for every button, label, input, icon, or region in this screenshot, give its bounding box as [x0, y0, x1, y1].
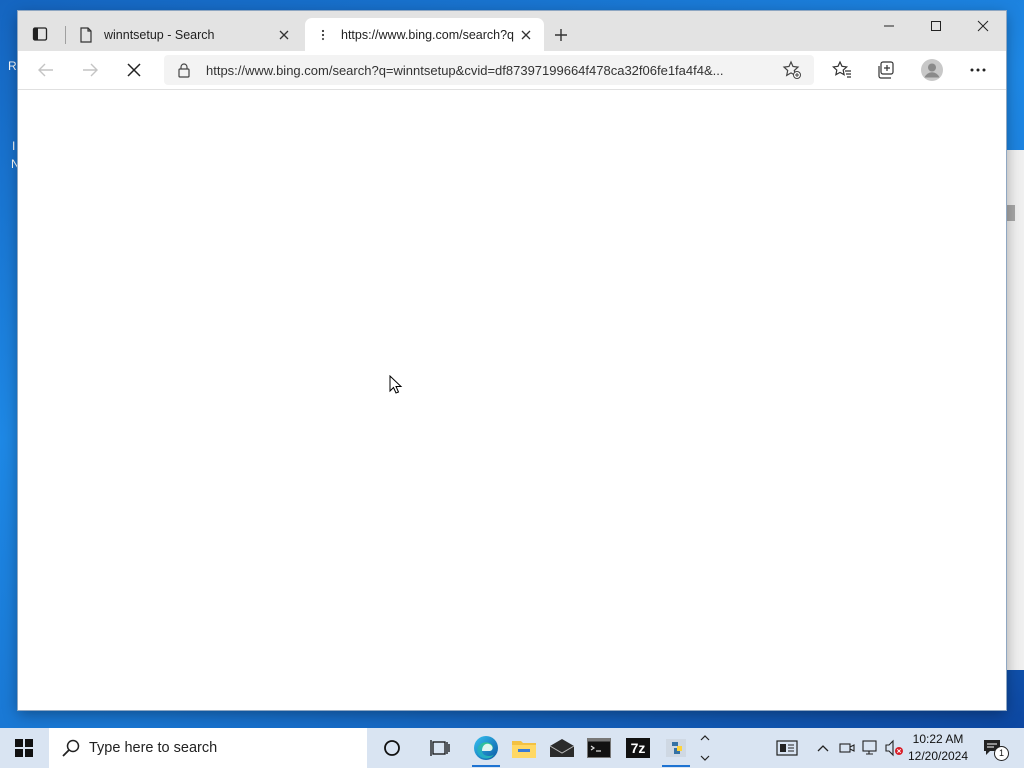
terminal-icon: [587, 738, 611, 758]
new-tab-button[interactable]: [550, 24, 572, 46]
news-widget-button[interactable]: [775, 738, 799, 758]
tab-actions-icon: [32, 27, 48, 41]
taskbar-python[interactable]: [659, 732, 693, 767]
taskbar-command-prompt[interactable]: [582, 732, 616, 764]
network-monitor-icon: [862, 740, 877, 755]
edge-browser-window: winntsetup - Search https://www.bing.com…: [18, 11, 1006, 710]
cortana-button[interactable]: [375, 732, 409, 764]
clock-time: 10:22 AM: [912, 732, 964, 746]
clock-date: 12/20/2024: [907, 749, 969, 763]
page-content-blank[interactable]: [18, 90, 1006, 710]
taskbar-search-box[interactable]: Type here to search: [49, 728, 367, 768]
taskbar-7zip[interactable]: 7z: [621, 732, 655, 764]
taskbar-clock[interactable]: 10:22 AM 12/20/2024: [905, 731, 971, 765]
7zip-logo-text: 7z: [630, 740, 646, 756]
tray-meet-now[interactable]: [837, 738, 857, 758]
7zip-logo-icon: 7z: [626, 738, 650, 758]
tab-bing-search-active[interactable]: https://www.bing.com/search?q: [305, 18, 544, 51]
notification-count-badge: 1: [994, 746, 1009, 761]
edge-browser-icon: [474, 736, 498, 760]
desktop-icon-label-fragment: R: [8, 59, 17, 73]
task-view-button[interactable]: [423, 732, 457, 764]
maximize-icon: [931, 21, 941, 31]
chevron-up-icon: [817, 745, 829, 752]
close-icon: [977, 20, 989, 32]
forward-button[interactable]: [76, 56, 104, 84]
close-icon: [521, 30, 531, 39]
close-icon: [127, 63, 141, 77]
mail-icon: [549, 739, 575, 757]
chevron-up-down-icon: [700, 735, 710, 761]
action-center-button[interactable]: 1: [982, 738, 1009, 761]
close-icon: [279, 30, 289, 39]
settings-more-button[interactable]: [964, 56, 992, 84]
star-add-icon: [782, 60, 801, 79]
collections-icon: [878, 61, 894, 79]
tab-separator: [65, 26, 66, 44]
show-hidden-icons-button[interactable]: [813, 738, 833, 758]
tab-winntsetup-search[interactable]: winntsetup - Search: [68, 18, 302, 51]
desktop-icon-label-fragment: I: [12, 139, 16, 153]
more-horizontal-icon: [970, 68, 986, 72]
arrow-right-icon: [83, 63, 98, 77]
collections-button[interactable]: [872, 56, 900, 84]
news-icon: [776, 740, 798, 756]
close-tab-button[interactable]: [516, 25, 536, 45]
windows-logo-icon: [15, 739, 33, 757]
tab-actions-button[interactable]: [30, 24, 50, 44]
speaker-muted-icon: [885, 739, 903, 757]
search-icon: [62, 739, 80, 757]
folder-icon: [512, 741, 536, 758]
arrow-left-icon: [38, 63, 53, 77]
python-icon: [666, 739, 686, 757]
add-to-favorites-button[interactable]: [780, 58, 804, 82]
search-placeholder: Type here to search: [89, 740, 218, 756]
profile-button[interactable]: [918, 56, 946, 84]
favorites-button[interactable]: [828, 56, 856, 84]
tab-title: winntsetup - Search: [104, 27, 215, 42]
mouse-pointer-icon: [389, 375, 403, 394]
plus-icon: [555, 29, 567, 41]
avatar-icon: [921, 59, 943, 81]
background-scrollbar-thumb[interactable]: [1007, 205, 1015, 221]
url-text[interactable]: https://www.bing.com/search?q=winntsetup…: [206, 63, 766, 78]
loading-spinner-icon: [315, 27, 331, 43]
tab-bar: winntsetup - Search https://www.bing.com…: [18, 11, 1006, 51]
tray-volume-muted[interactable]: [884, 738, 904, 758]
lock-icon[interactable]: [176, 62, 192, 78]
minimize-button[interactable]: [866, 11, 912, 41]
task-view-icon: [430, 740, 450, 756]
browser-toolbar: https://www.bing.com/search?q=winntsetup…: [18, 51, 1006, 90]
minimize-icon: [884, 25, 894, 27]
close-tab-button[interactable]: [274, 25, 294, 45]
taskbar: Type here to search 7z 10:22 AM 12/20/20…: [0, 728, 1024, 768]
address-bar[interactable]: https://www.bing.com/search?q=winntsetup…: [164, 55, 814, 85]
tray-network[interactable]: [861, 738, 881, 758]
start-button[interactable]: [0, 728, 48, 768]
tab-title: https://www.bing.com/search?q: [341, 27, 514, 42]
taskbar-scroll-arrows[interactable]: [697, 730, 713, 766]
taskbar-file-explorer[interactable]: [507, 732, 541, 764]
page-icon: [78, 26, 94, 43]
maximize-button[interactable]: [913, 11, 959, 41]
camera-icon: [839, 743, 855, 753]
close-window-button[interactable]: [960, 11, 1006, 41]
taskbar-edge-app[interactable]: [469, 732, 503, 767]
favorites-list-icon: [832, 60, 851, 78]
taskbar-mail[interactable]: [545, 732, 579, 764]
back-button[interactable]: [32, 56, 60, 84]
stop-loading-button[interactable]: [120, 56, 148, 84]
cortana-circle-icon: [384, 740, 400, 756]
